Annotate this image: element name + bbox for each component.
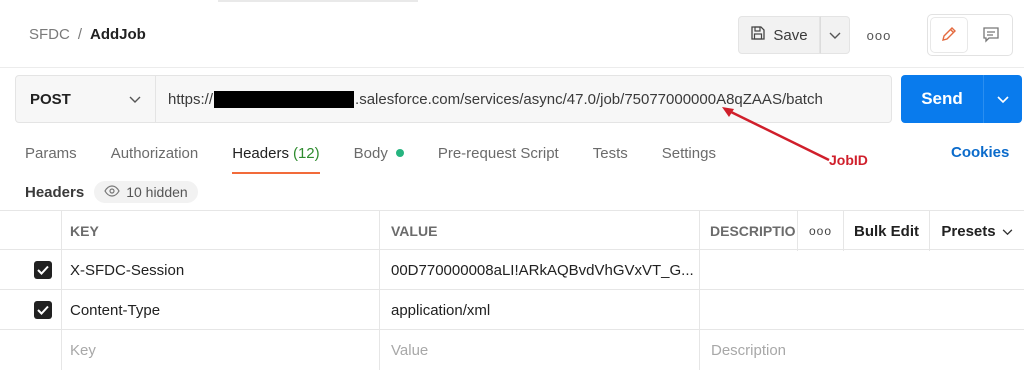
- header-value-cell[interactable]: application/xml: [380, 290, 700, 330]
- tab-authorization[interactable]: Authorization: [111, 142, 199, 174]
- send-button[interactable]: Send: [901, 75, 984, 123]
- tab-params[interactable]: Params: [25, 142, 77, 174]
- request-tabs: Params Authorization Headers (12) Body P…: [25, 142, 750, 174]
- headers-section-label: Headers: [25, 183, 85, 201]
- tab-headers[interactable]: Headers (12): [232, 142, 321, 174]
- save-options-button[interactable]: [820, 16, 850, 54]
- tab-strip-edge: [218, 0, 418, 2]
- view-mode-toggle: [927, 14, 1013, 56]
- table-header-row: KEY VALUE DESCRIPTIO ooo Bulk Edit Prese…: [0, 210, 1024, 251]
- tab-tests[interactable]: Tests: [593, 142, 628, 174]
- chevron-down-icon: [829, 27, 841, 43]
- pencil-icon: [940, 25, 958, 46]
- documentation-mode-button[interactable]: [973, 18, 1009, 52]
- edit-mode-button[interactable]: [931, 18, 967, 52]
- request-url-bar: POST https:// .salesforce.com/services/as…: [15, 75, 892, 123]
- row-checkbox[interactable]: [34, 301, 52, 319]
- more-actions-button[interactable]: ooo: [862, 25, 896, 45]
- tab-settings-label: Settings: [661, 144, 716, 162]
- breadcrumb-collection[interactable]: SFDC: [29, 26, 70, 43]
- bulk-edit-button[interactable]: Bulk Edit: [844, 211, 930, 251]
- breadcrumb-separator: /: [77, 26, 83, 43]
- url-prefix: https://: [168, 90, 214, 108]
- table-row: Content-Type application/xml: [0, 290, 1024, 330]
- tab-authorization-label: Authorization: [110, 144, 199, 162]
- tab-body-label: Body: [353, 144, 388, 162]
- save-button[interactable]: Save: [738, 16, 820, 54]
- headers-subheader: Headers 10 hidden: [25, 181, 198, 203]
- header-key-cell[interactable]: Content-Type: [62, 290, 380, 330]
- tab-pre-request-label: Pre-request Script: [437, 144, 559, 162]
- header-check-col: [25, 211, 62, 251]
- column-header-value: VALUE: [380, 211, 700, 251]
- more-icon: ooo: [808, 224, 833, 238]
- headers-table: KEY VALUE DESCRIPTIO ooo Bulk Edit Prese…: [0, 210, 1024, 370]
- title-bar: SFDC / AddJob Save ooo: [0, 0, 1024, 68]
- eye-icon: [104, 184, 120, 200]
- new-key-input[interactable]: Key: [62, 330, 380, 370]
- column-header-description: DESCRIPTIO: [700, 211, 798, 251]
- tab-headers-count: (12): [292, 144, 320, 162]
- header-key-cell[interactable]: X-SFDC-Session: [62, 250, 380, 290]
- new-value-input[interactable]: Value: [380, 330, 700, 370]
- presets-dropdown[interactable]: Presets: [930, 211, 1024, 251]
- hidden-count: 10 hidden: [126, 184, 188, 200]
- header-value-cell[interactable]: 00D770000008aLI!ARkAQBvdVhGVxVT_G...: [380, 250, 700, 290]
- chevron-down-icon: [997, 91, 1009, 107]
- check-icon: [37, 265, 49, 275]
- presets-label: Presets: [941, 222, 996, 240]
- tab-headers-label: Headers: [232, 144, 289, 162]
- table-row-new: Key Value Description: [0, 330, 1024, 370]
- body-status-dot: [395, 149, 404, 157]
- column-options-button[interactable]: ooo: [798, 211, 844, 251]
- send-group: Send: [901, 75, 1022, 123]
- tab-settings[interactable]: Settings: [662, 142, 716, 174]
- new-description-input[interactable]: Description: [700, 330, 1024, 370]
- comment-icon: [982, 25, 1000, 46]
- redacted-host: [214, 90, 355, 108]
- send-options-button[interactable]: [984, 75, 1022, 123]
- breadcrumb: SFDC / AddJob: [29, 26, 146, 43]
- http-method-value: POST: [30, 90, 71, 108]
- header-description-cell[interactable]: [700, 290, 1024, 330]
- row-checkbox[interactable]: [34, 261, 52, 279]
- chevron-down-icon: [129, 91, 141, 108]
- row-checkbox-cell: [25, 250, 62, 290]
- tab-params-label: Params: [25, 144, 77, 162]
- save-group: Save: [738, 16, 850, 54]
- check-icon: [37, 305, 49, 315]
- url-suffix: .salesforce.com/services/async/47.0/job/…: [355, 90, 823, 108]
- tab-tests-label: Tests: [592, 144, 628, 162]
- chevron-down-icon: [1002, 223, 1013, 240]
- more-icon: ooo: [866, 27, 892, 43]
- breadcrumb-request-name[interactable]: AddJob: [90, 26, 146, 43]
- save-label: Save: [773, 26, 808, 44]
- row-checkbox-cell: [25, 330, 62, 370]
- column-header-key: KEY: [62, 211, 380, 251]
- cookies-link[interactable]: Cookies: [951, 144, 1009, 161]
- header-description-cell[interactable]: [700, 250, 1024, 290]
- table-row: X-SFDC-Session 00D770000008aLI!ARkAQBvdV…: [0, 250, 1024, 290]
- tab-body[interactable]: Body: [354, 142, 404, 174]
- url-input[interactable]: https:// .salesforce.com/services/async/4…: [156, 76, 891, 122]
- http-method-select[interactable]: POST: [16, 76, 156, 122]
- jobid-annotation-label: JobID: [829, 152, 868, 168]
- row-checkbox-cell: [25, 290, 62, 330]
- save-icon: [750, 25, 766, 45]
- tab-pre-request-script[interactable]: Pre-request Script: [438, 142, 559, 174]
- hidden-headers-toggle[interactable]: 10 hidden: [94, 181, 198, 203]
